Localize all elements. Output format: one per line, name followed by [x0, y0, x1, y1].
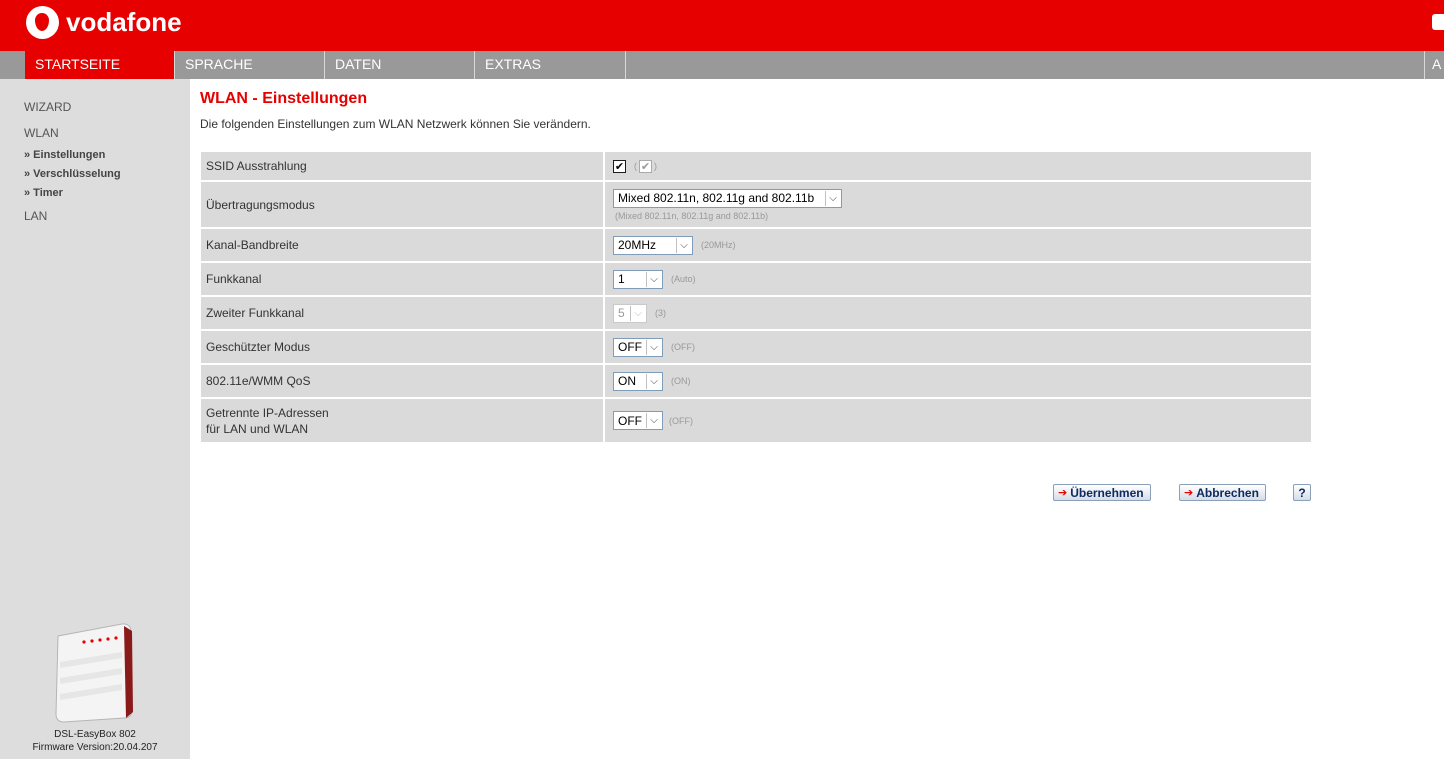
- separate-ip-label: Getrennte IP-Adressen für LAN und WLAN: [201, 399, 605, 442]
- separate-ip-control: OFF ⌵ (OFF): [613, 399, 693, 442]
- second-channel-value: 5: [618, 306, 625, 320]
- channel-bandwidth-value: 20MHz: [618, 238, 657, 252]
- settings-row-channel: Funkkanal 1 ⌵ (Auto): [201, 263, 1311, 297]
- settings-row-protected: Geschützter Modus OFF ⌵ (OFF): [201, 331, 1311, 365]
- ssid-control: ✔ ( ✔ ): [613, 152, 657, 180]
- bandwidth-default: (20MHz): [701, 240, 736, 250]
- ssid-label: SSID Ausstrahlung: [201, 152, 605, 180]
- wlan-settings-table: SSID Ausstrahlung ✔ ( ✔ ) Übertragungsmo…: [201, 152, 1311, 442]
- settings-row-bandwidth: Kanal-Bandbreite 20MHz ⌵ (20MHz): [201, 229, 1311, 263]
- mode-label: Übertragungsmodus: [201, 182, 605, 227]
- chevron-down-icon: ⌵: [646, 339, 661, 355]
- settings-row-second-channel: Zweiter Funkkanal 5 ⌵ (3): [201, 297, 1311, 331]
- sidebar-subitem-verschluesselung[interactable]: » Verschlüsselung: [24, 168, 121, 180]
- separate-ip-select[interactable]: OFF ⌵: [613, 411, 663, 430]
- firmware-version: Firmware Version:20.04.207: [32, 742, 158, 753]
- separate-ip-default: (OFF): [669, 415, 693, 426]
- radio-channel-value: 1: [618, 272, 625, 286]
- protected-control: OFF ⌵ (OFF): [613, 331, 695, 363]
- protected-default: (OFF): [671, 342, 695, 352]
- second-channel-label: Zweiter Funkkanal: [201, 297, 605, 329]
- radio-channel-select[interactable]: 1 ⌵: [613, 269, 663, 289]
- brand-name: vodafone: [66, 7, 182, 37]
- separate-ip-label-line1: Getrennte IP-Adressen: [206, 405, 329, 420]
- ssid-broadcast-checkbox[interactable]: ✔: [613, 159, 626, 173]
- settings-row-qos: 802.11e/WMM QoS ON ⌵ (ON): [201, 365, 1311, 399]
- protected-mode-value: OFF: [618, 340, 642, 354]
- transmission-mode-select[interactable]: Mixed 802.11n, 802.11g and 802.11b ⌵: [613, 188, 842, 208]
- bandwidth-label: Kanal-Bandbreite: [201, 229, 605, 261]
- router-device-image: [55, 623, 133, 723]
- settings-row-separate-ip: Getrennte IP-Adressen für LAN und WLAN O…: [201, 399, 1311, 442]
- apply-button[interactable]: ➔ Übernehmen: [1053, 484, 1151, 501]
- second-channel-select: 5 ⌵: [613, 303, 647, 323]
- sidebar: WIZARD WLAN » Einstellungen » Verschlüss…: [0, 79, 190, 759]
- ssid-default: ( ✔ ): [634, 159, 657, 173]
- separate-ip-value: OFF: [618, 413, 642, 428]
- mode-default: (Mixed 802.11n, 802.11g and 802.11b): [615, 210, 769, 221]
- header-bar: vodafone: [0, 0, 1444, 51]
- nav-tab-daten[interactable]: DATEN: [325, 51, 475, 79]
- sidebar-item-wizard[interactable]: WIZARD: [24, 100, 71, 114]
- arrow-right-icon: ➔: [1058, 487, 1068, 499]
- chevron-down-icon: ⌵: [825, 190, 840, 206]
- ssid-default-checkbox: ✔: [639, 159, 652, 173]
- chevron-down-icon: ⌵: [630, 305, 645, 321]
- arrow-right-icon: ➔: [1184, 487, 1194, 499]
- logout-tab-edge[interactable]: [1432, 14, 1444, 30]
- vodafone-logo[interactable]: vodafone: [26, 6, 182, 39]
- nav-tab-right-truncated[interactable]: A: [1424, 51, 1444, 79]
- channel-label: Funkkanal: [201, 263, 605, 295]
- apply-button-label: Übernehmen: [1070, 485, 1144, 500]
- main-navigation: STARTSEITE SPRACHE DATEN EXTRAS A: [0, 51, 1444, 79]
- wmm-qos-select[interactable]: ON ⌵: [613, 371, 663, 391]
- channel-bandwidth-select[interactable]: 20MHz ⌵: [613, 235, 693, 255]
- help-button[interactable]: ?: [1293, 484, 1311, 501]
- sidebar-subitem-einstellungen[interactable]: » Einstellungen: [24, 149, 105, 161]
- chevron-down-icon: ⌵: [676, 237, 691, 253]
- qos-control: ON ⌵ (ON): [613, 365, 691, 397]
- nav-tab-extras[interactable]: EXTRAS: [475, 51, 626, 79]
- ssid-default-open: (: [634, 161, 637, 171]
- channel-default: (Auto): [671, 274, 696, 284]
- wmm-qos-value: ON: [618, 374, 636, 388]
- help-button-label: ?: [1298, 485, 1306, 500]
- sidebar-item-wlan[interactable]: WLAN: [24, 126, 59, 140]
- protected-mode-select[interactable]: OFF ⌵: [613, 337, 663, 357]
- transmission-mode-value: Mixed 802.11n, 802.11g and 802.11b: [618, 191, 815, 205]
- ssid-default-close: ): [654, 161, 657, 171]
- second-channel-default: (3): [655, 308, 666, 318]
- device-name: DSL-EasyBox 802: [54, 729, 136, 740]
- bandwidth-control: 20MHz ⌵ (20MHz): [613, 229, 736, 261]
- chevron-down-icon: ⌵: [646, 271, 661, 287]
- second-channel-control: 5 ⌵ (3): [613, 297, 666, 329]
- chevron-down-icon: ⌵: [646, 413, 661, 428]
- sidebar-item-lan[interactable]: LAN: [24, 209, 47, 223]
- separate-ip-label-line2: für LAN und WLAN: [206, 421, 309, 436]
- protected-label: Geschützter Modus: [201, 331, 605, 363]
- chevron-down-icon: ⌵: [646, 373, 661, 389]
- cancel-button-label: Abbrechen: [1196, 485, 1259, 500]
- qos-default: (ON): [671, 376, 691, 386]
- nav-tab-sprache[interactable]: SPRACHE: [175, 51, 325, 79]
- vodafone-logo-icon: [26, 6, 59, 39]
- settings-row-ssid: SSID Ausstrahlung ✔ ( ✔ ): [201, 152, 1311, 182]
- sidebar-subitem-timer[interactable]: » Timer: [24, 187, 63, 199]
- cancel-button[interactable]: ➔ Abbrechen: [1179, 484, 1266, 501]
- page-title: WLAN - Einstellungen: [200, 90, 368, 107]
- nav-tab-startseite[interactable]: STARTSEITE: [25, 51, 175, 79]
- page-description: Die folgenden Einstellungen zum WLAN Net…: [200, 117, 591, 131]
- mode-control: Mixed 802.11n, 802.11g and 802.11b ⌵ (Mi…: [613, 182, 842, 227]
- settings-row-mode: Übertragungsmodus Mixed 802.11n, 802.11g…: [201, 182, 1311, 229]
- qos-label: 802.11e/WMM QoS: [201, 365, 605, 397]
- channel-control: 1 ⌵ (Auto): [613, 263, 696, 295]
